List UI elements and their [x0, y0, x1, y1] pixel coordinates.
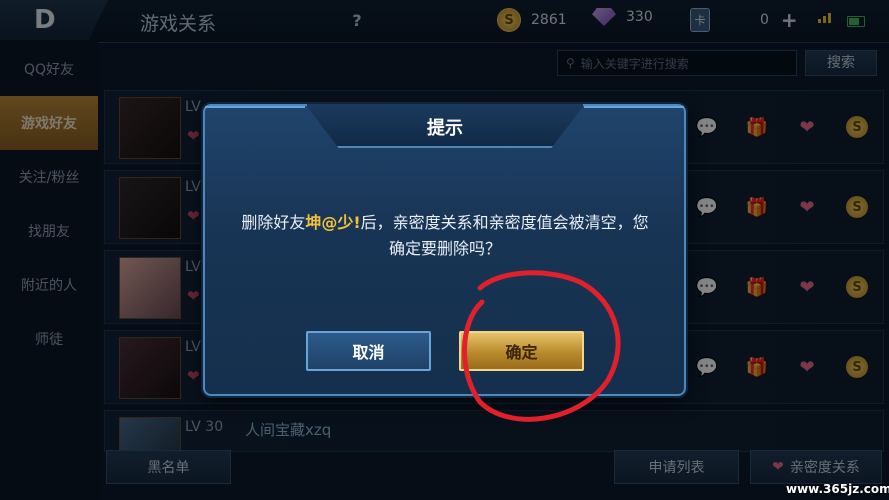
watermark: www.365jz.com [786, 482, 889, 496]
dialog-message: 删除好友坤@少!后，亲密度关系和亲密度值会被清空，您确定要删除吗？ [235, 210, 655, 262]
friend-name-highlight: 坤@少! [305, 213, 361, 232]
message-suffix: 后，亲密度关系和亲密度值会被清空，您确定要删除吗？ [360, 213, 649, 258]
dialog-title: 提示 [427, 118, 463, 139]
message-prefix: 删除好友 [241, 213, 306, 232]
annotation-circle [462, 270, 621, 422]
cancel-button[interactable]: 取消 [306, 331, 431, 371]
header-decoration [205, 106, 305, 108]
dialog-header: 提示 [305, 104, 585, 148]
header-decoration [584, 106, 684, 108]
